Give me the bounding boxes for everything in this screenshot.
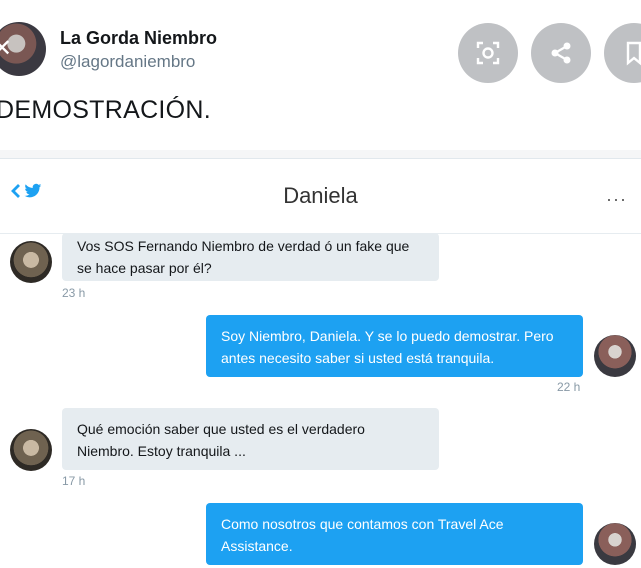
message-time: 17 h — [62, 474, 86, 488]
message-bubble-incoming: Vos SOS Fernando Niembro de verdad ó un … — [62, 233, 439, 281]
dm-screenshot: Daniela ··· Vos SOS Fernando Niembro de … — [0, 158, 641, 568]
message-bubble-outgoing: Como nosotros que contamos con Travel Ac… — [206, 503, 583, 565]
share-button[interactable] — [531, 23, 591, 83]
more-options-button[interactable]: ··· — [606, 189, 627, 210]
tweet-header: ✕ La Gorda Niembro @lagordaniembro DEMOS… — [0, 0, 641, 150]
conversation-header: Daniela ··· — [0, 159, 641, 234]
share-icon — [551, 42, 571, 64]
close-icon[interactable]: ✕ — [0, 36, 16, 60]
bookmark-icon — [626, 41, 641, 66]
author-name[interactable]: La Gorda Niembro — [60, 28, 217, 49]
lens-button[interactable] — [458, 23, 518, 83]
message-bubble-outgoing: Soy Niembro, Daniela. Y se lo puedo demo… — [206, 315, 583, 377]
conversation-title: Daniela — [283, 183, 358, 208]
tweet-text: DEMOSTRACIÓN. — [0, 96, 212, 124]
author-handle[interactable]: @lagordaniembro — [60, 52, 195, 72]
bookmark-button[interactable] — [604, 23, 641, 83]
user-avatar[interactable] — [594, 335, 636, 377]
message-bubble-incoming: Qué emoción saber que usted es el verdad… — [62, 408, 439, 470]
avatar[interactable]: ✕ — [0, 22, 46, 76]
user-avatar[interactable] — [594, 523, 636, 565]
message-time: 23 h — [62, 286, 86, 300]
contact-avatar[interactable] — [10, 241, 52, 283]
lens-icon — [476, 41, 500, 65]
contact-avatar[interactable] — [10, 429, 52, 471]
message-time: 22 h — [557, 380, 581, 394]
